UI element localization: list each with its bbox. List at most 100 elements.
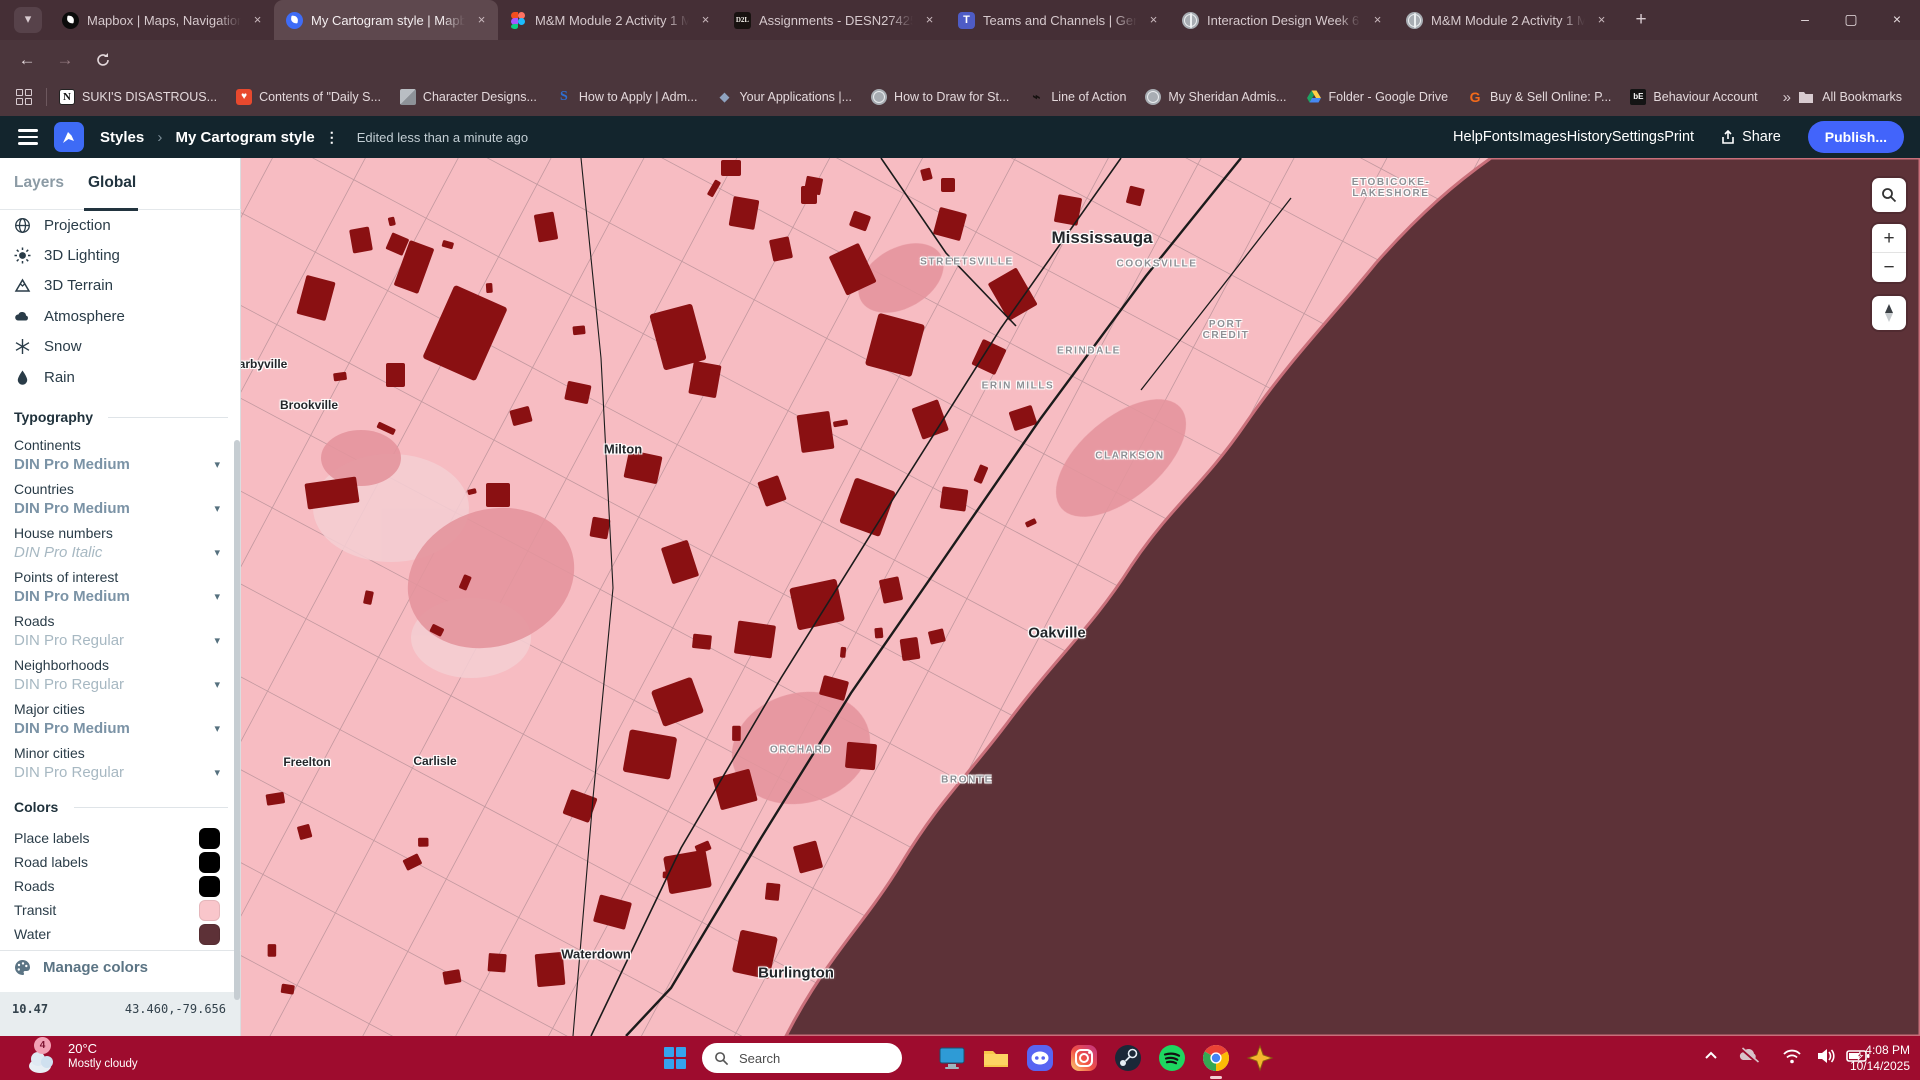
bookmark-item[interactable]: Folder - Google Drive: [1306, 89, 1449, 105]
tab-assignments-d2l[interactable]: D2L Assignments - DESN27425 Inte ×: [722, 0, 946, 40]
typography-row: Neighborhoods DIN Pro Regular▾: [14, 657, 228, 701]
tab-module2-map[interactable]: M&M Module 2 Activity 1 Map ×: [1394, 0, 1618, 40]
publish-button[interactable]: Publish...: [1808, 121, 1904, 153]
file-explorer-icon[interactable]: [982, 1044, 1010, 1072]
bookmark-item[interactable]: NSUKI'S DISASTROUS...: [59, 89, 217, 105]
mapbox-studio-logo[interactable]: [54, 122, 84, 152]
apps-grid-icon[interactable]: [16, 89, 32, 105]
all-bookmarks-button[interactable]: All Bookmarks: [1798, 90, 1902, 104]
bookmarks-overflow-chevron[interactable]: »: [1783, 89, 1791, 106]
figma-favicon: [510, 12, 527, 29]
toolbar-menu-item[interactable]: Images: [1519, 129, 1567, 145]
font-select-major-cities[interactable]: DIN Pro Medium▾: [14, 720, 228, 737]
tab-global[interactable]: Global: [88, 174, 136, 192]
tab-figma-module2[interactable]: M&M Module 2 Activity 1 Map ×: [498, 0, 722, 40]
close-icon[interactable]: ×: [1593, 12, 1610, 29]
bookmark-item[interactable]: How to Draw for St...: [871, 89, 1009, 105]
map-search-button[interactable]: [1872, 178, 1906, 212]
manage-colors-button[interactable]: Manage colors: [14, 959, 148, 976]
weather-alert-badge: 4: [34, 1037, 51, 1054]
color-swatch-transit[interactable]: [199, 900, 220, 921]
typography-row: Points of interest DIN Pro Medium▾: [14, 569, 228, 613]
tab-mapbox-home[interactable]: Mapbox | Maps, Navigation, Se ×: [50, 0, 274, 40]
close-icon[interactable]: ×: [921, 12, 938, 29]
close-icon[interactable]: ×: [1145, 12, 1162, 29]
color-swatch-road-labels[interactable]: [199, 852, 220, 873]
sidebar-item-atmosphere[interactable]: Atmosphere: [0, 301, 241, 331]
color-swatch-water[interactable]: [199, 924, 220, 945]
chevron-right-icon: ›: [157, 129, 162, 146]
share-button[interactable]: Share: [1721, 129, 1781, 145]
chrome-icon[interactable]: [1202, 1044, 1230, 1072]
bookmark-item[interactable]: ♥Contents of "Daily S...: [236, 89, 381, 105]
close-icon[interactable]: ×: [249, 12, 266, 29]
bookmark-item[interactable]: SHow to Apply | Adm...: [556, 89, 698, 105]
font-select-roads[interactable]: DIN Pro Regular▾: [14, 632, 228, 649]
color-swatch-place-labels[interactable]: [199, 828, 220, 849]
hamburger-menu-icon[interactable]: [18, 129, 38, 145]
weather-widget[interactable]: 4 20°C Mostly cloudy: [10, 1038, 180, 1078]
new-tab-button[interactable]: +: [1628, 8, 1654, 34]
share-icon: [1721, 130, 1735, 145]
tab-my-cartogram-style[interactable]: My Cartogram style | Mapbox ×: [274, 0, 498, 40]
taskbar-clock[interactable]: 4:08 PM 10/14/2025: [1850, 1042, 1910, 1074]
close-icon[interactable]: ×: [697, 12, 714, 29]
sidebar-item-snow[interactable]: Snow: [0, 331, 241, 361]
tab-teams[interactable]: T Teams and Channels | General | ×: [946, 0, 1170, 40]
start-button[interactable]: [664, 1047, 686, 1069]
breadcrumb-styles-link[interactable]: Styles: [100, 129, 144, 146]
sidebar-item-projection[interactable]: Projection: [0, 210, 241, 240]
taskbar-search[interactable]: Search: [702, 1043, 902, 1073]
compass-button[interactable]: [1872, 296, 1906, 330]
zoom-in-button[interactable]: +: [1872, 224, 1906, 253]
sidebar-item-3d-terrain[interactable]: 3D Terrain: [0, 270, 241, 300]
tab-layers[interactable]: Layers: [14, 174, 64, 192]
toolbar-menu-item[interactable]: Fonts: [1483, 129, 1519, 145]
bookmark-item[interactable]: Character Designs...: [400, 89, 537, 105]
font-select-house-numbers[interactable]: DIN Pro Italic▾: [14, 544, 228, 561]
close-icon[interactable]: ×: [473, 12, 490, 29]
instagram-icon[interactable]: [1070, 1044, 1098, 1072]
bookmark-item[interactable]: GBuy & Sell Online: P...: [1467, 89, 1611, 105]
spotify-icon[interactable]: [1158, 1044, 1186, 1072]
font-select-neighborhoods[interactable]: DIN Pro Regular▾: [14, 676, 228, 693]
font-select-countries[interactable]: DIN Pro Medium▾: [14, 500, 228, 517]
monitor-app-icon[interactable]: [938, 1044, 966, 1072]
color-row: Road labels: [14, 850, 228, 874]
toolbar-menu-item[interactable]: Print: [1664, 129, 1694, 145]
toolbar-menu-item[interactable]: Settings: [1612, 129, 1664, 145]
tab-interaction-design[interactable]: Interaction Design Week 6 nm ×: [1170, 0, 1394, 40]
bookmark-item[interactable]: My Sheridan Admis...: [1145, 89, 1286, 105]
window-close-button[interactable]: ×: [1874, 0, 1920, 38]
sidebar-item-3d-lighting[interactable]: 3D Lighting: [0, 240, 241, 270]
tab-search-button[interactable]: ▾: [14, 7, 42, 33]
volume-icon[interactable]: [1816, 1047, 1836, 1065]
discord-icon[interactable]: [1026, 1044, 1054, 1072]
steam-icon[interactable]: [1114, 1044, 1142, 1072]
font-select-minor-cities[interactable]: DIN Pro Regular▾: [14, 764, 228, 781]
sidebar-item-rain[interactable]: Rain: [0, 362, 241, 392]
map-canvas[interactable]: MississaugaMiltonOakvilleBurlingtonBrook…: [241, 158, 1920, 1036]
bookmark-item[interactable]: ⌁Line of Action: [1028, 89, 1126, 105]
star-app-icon[interactable]: [1246, 1044, 1274, 1072]
style-options-kebab-icon[interactable]: ⋮: [325, 129, 339, 146]
sidebar-scrollbar[interactable]: [234, 440, 240, 1000]
color-swatch-roads[interactable]: [199, 876, 220, 897]
back-button[interactable]: ←: [14, 47, 40, 73]
close-icon[interactable]: ×: [1369, 12, 1386, 29]
font-select-continents[interactable]: DIN Pro Medium▾: [14, 456, 228, 473]
toolbar-menu-item[interactable]: Help: [1453, 129, 1483, 145]
notion-icon: N: [59, 89, 75, 105]
toolbar-menu-item[interactable]: History: [1567, 129, 1612, 145]
tray-chevron-up-icon[interactable]: [1702, 1047, 1720, 1065]
zoom-out-button[interactable]: −: [1872, 253, 1906, 282]
window-maximize-button[interactable]: ▢: [1828, 0, 1874, 38]
forward-button[interactable]: →: [52, 47, 78, 73]
wifi-icon[interactable]: [1782, 1047, 1802, 1065]
bookmark-item[interactable]: bEBehaviour Account: [1630, 89, 1757, 105]
reload-button[interactable]: [90, 47, 116, 73]
window-minimize-button[interactable]: –: [1782, 0, 1828, 38]
bookmark-item[interactable]: ◆Your Applications |...: [716, 89, 852, 105]
font-select-points-of-interest[interactable]: DIN Pro Medium▾: [14, 588, 228, 605]
onedrive-paused-icon[interactable]: [1738, 1047, 1760, 1065]
